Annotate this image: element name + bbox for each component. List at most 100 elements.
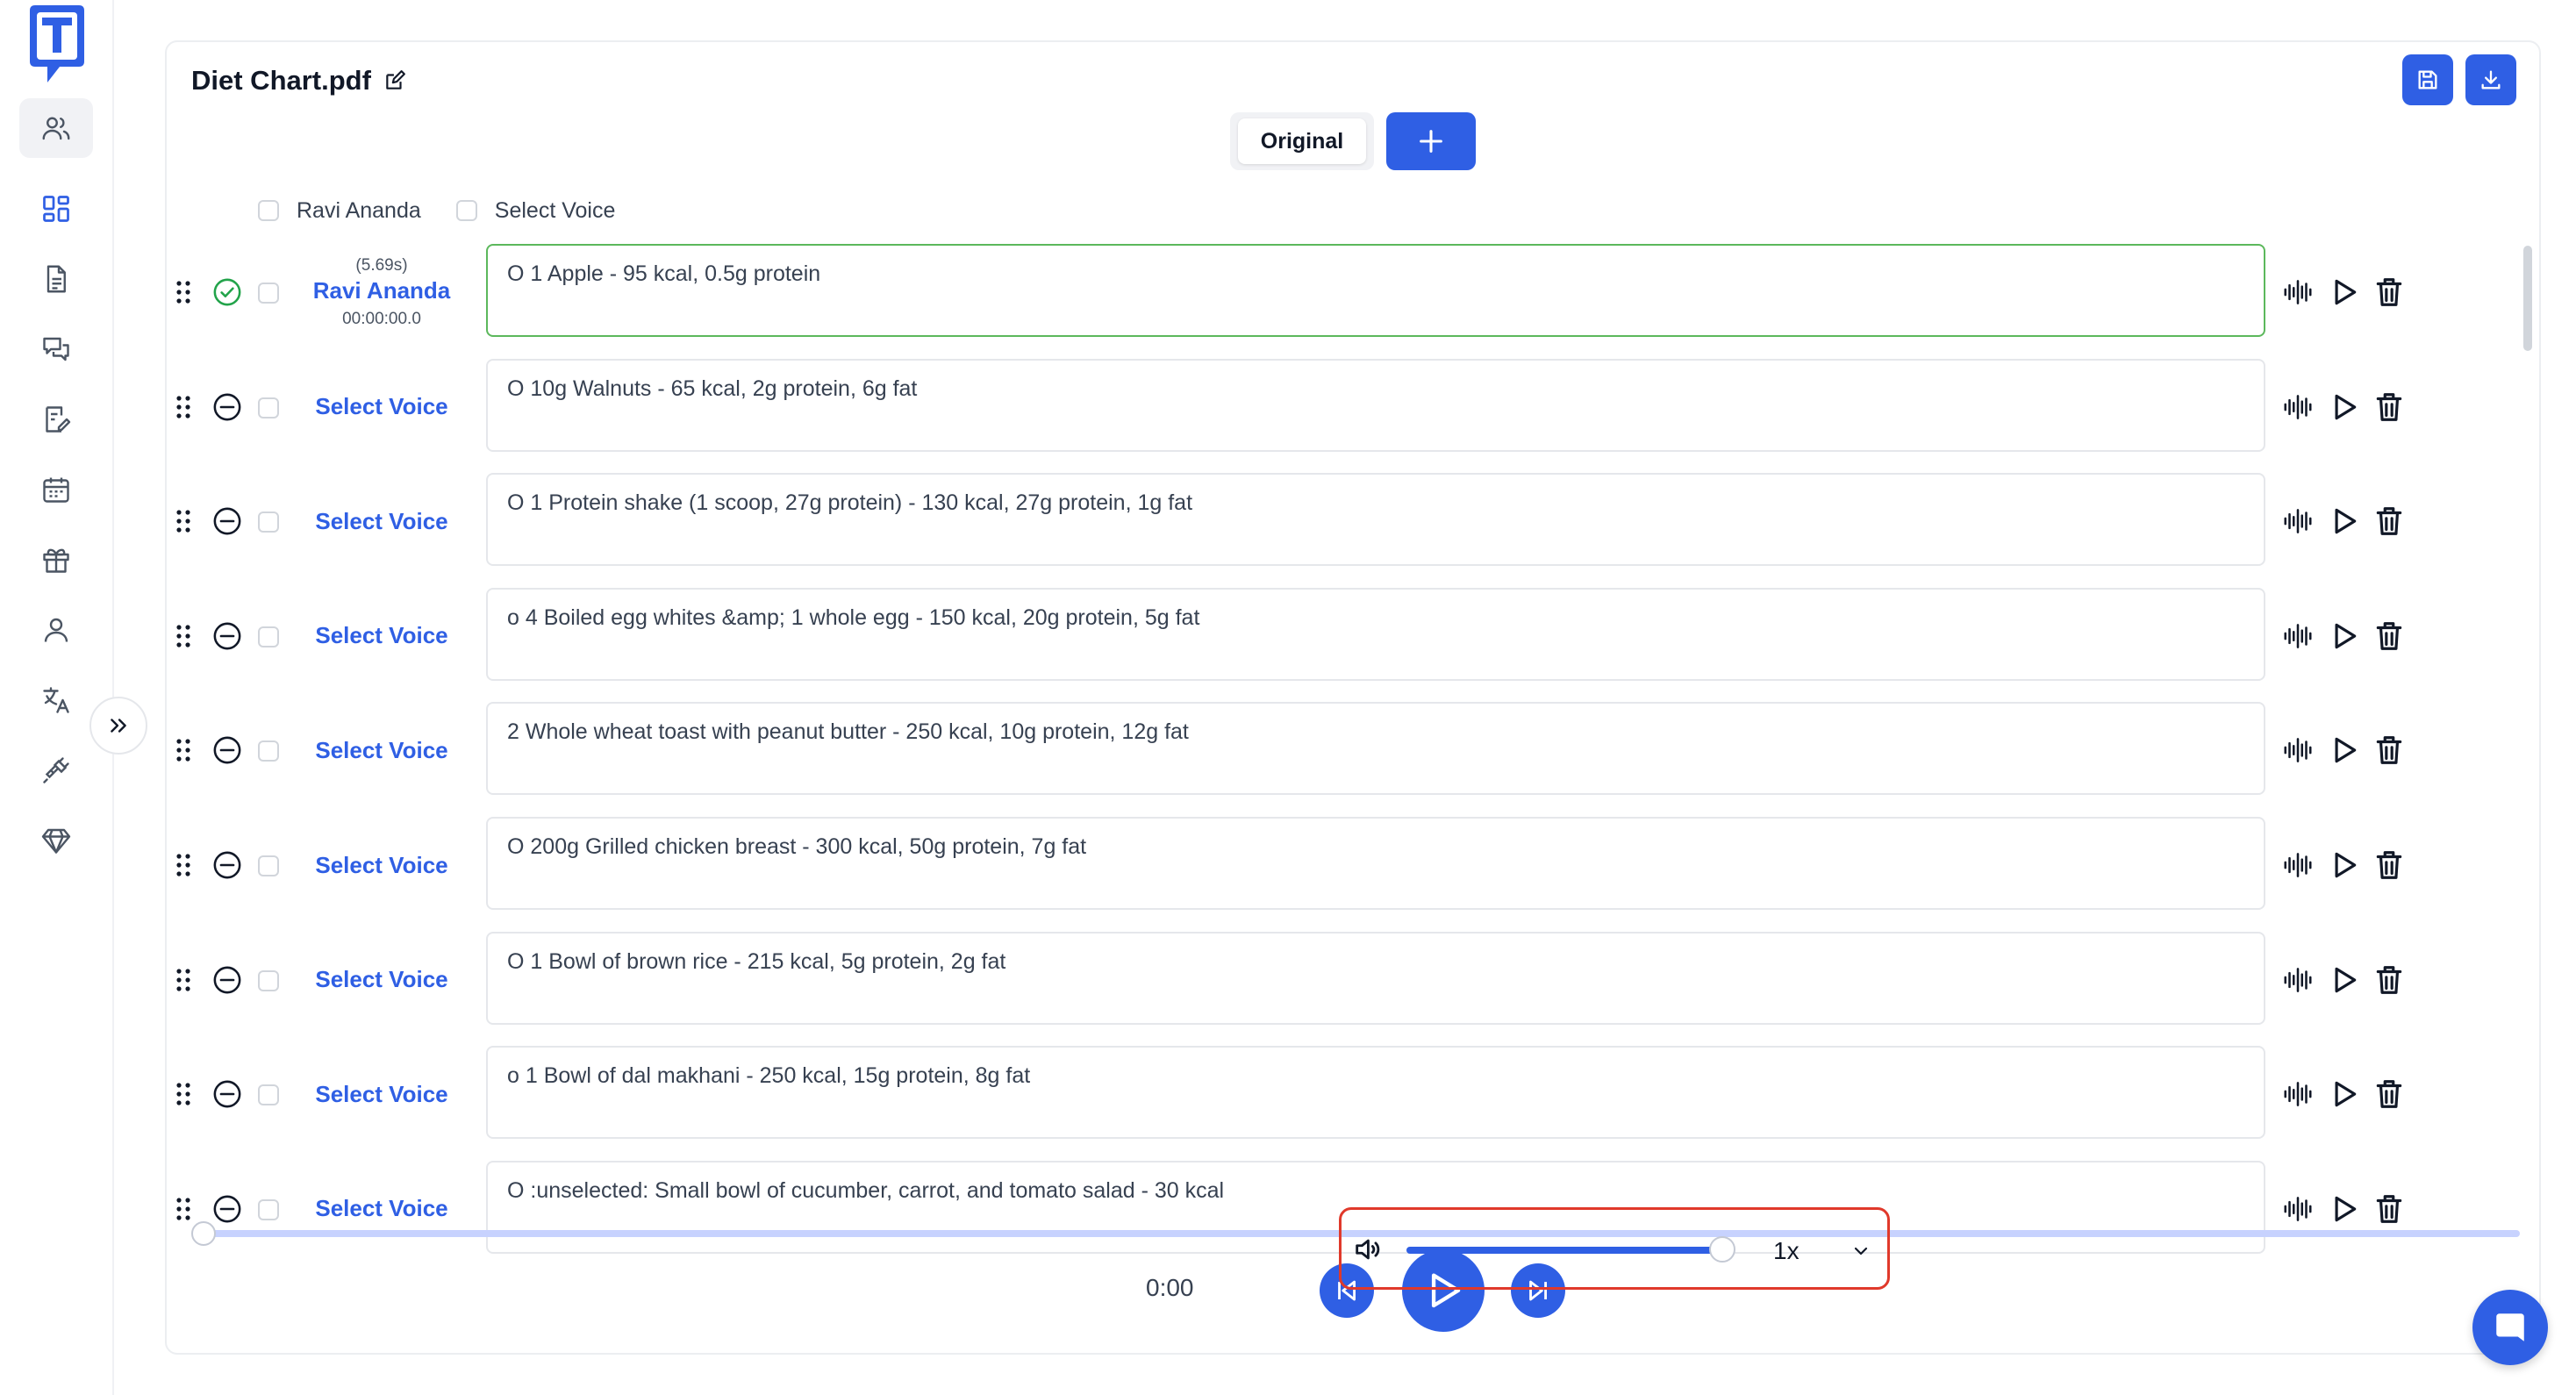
- play-segment-icon[interactable]: [2327, 1192, 2360, 1226]
- segment-checkbox[interactable]: [258, 740, 279, 762]
- play-segment-icon[interactable]: [2327, 733, 2360, 767]
- segment-text-input[interactable]: O 200g Grilled chicken breast - 300 kcal…: [486, 817, 2265, 910]
- trash-icon[interactable]: [2372, 504, 2406, 538]
- segment-text-input[interactable]: o 4 Boiled egg whites &amp; 1 whole egg …: [486, 587, 2265, 681]
- segment-checkbox[interactable]: [258, 397, 279, 418]
- waveform-icon[interactable]: [2281, 733, 2315, 767]
- waveform-icon[interactable]: [2281, 1077, 2315, 1111]
- sidebar-item-users[interactable]: [19, 98, 93, 158]
- play-segment-icon[interactable]: [2327, 1077, 2360, 1111]
- sidebar-item-documents[interactable]: [19, 249, 93, 309]
- speaker-checkbox[interactable]: [258, 200, 279, 221]
- segment-text-input[interactable]: O 1 Bowl of brown rice - 215 kcal, 5g pr…: [486, 931, 2265, 1025]
- sidebar-item-translate[interactable]: [19, 670, 93, 730]
- drag-handle-icon[interactable]: [174, 967, 193, 993]
- scrollbar-track[interactable]: [2522, 240, 2534, 1269]
- play-segment-icon[interactable]: [2327, 848, 2360, 882]
- play-segment-icon[interactable]: [2327, 504, 2360, 538]
- segment-checkbox[interactable]: [258, 969, 279, 991]
- waveform-icon[interactable]: [2281, 848, 2315, 882]
- sidebar-item-gifts[interactable]: [19, 530, 93, 590]
- volume-slider[interactable]: [1406, 1247, 1722, 1254]
- play-segment-icon[interactable]: [2327, 963, 2360, 997]
- segment-drag-handle[interactable]: [174, 737, 193, 763]
- segment-checkbox[interactable]: [258, 283, 279, 304]
- volume-icon[interactable]: [1352, 1234, 1382, 1264]
- segment-text-input[interactable]: o 1 Bowl of dal makhani - 250 kcal, 15g …: [486, 1046, 2265, 1140]
- trash-icon[interactable]: [2372, 1192, 2406, 1226]
- trash-icon[interactable]: [2372, 619, 2406, 653]
- segment-voice-select[interactable]: Select Voice: [315, 508, 447, 535]
- sidebar-item-profile[interactable]: [19, 600, 93, 660]
- trash-icon[interactable]: [2372, 275, 2406, 309]
- segment-voice-select[interactable]: Select Voice: [315, 852, 447, 879]
- sidebar-item-chats[interactable]: [19, 319, 93, 379]
- segment-drag-handle[interactable]: [174, 852, 193, 878]
- download-button[interactable]: [2465, 54, 2516, 105]
- segment-drag-handle[interactable]: [174, 623, 193, 649]
- edit-title-icon[interactable]: [383, 69, 406, 92]
- segment-checkbox[interactable]: [258, 855, 279, 876]
- segment-checkbox[interactable]: [258, 512, 279, 533]
- drag-handle-icon[interactable]: [174, 623, 193, 649]
- segment-drag-handle[interactable]: [174, 967, 193, 993]
- minus-circle-icon: [213, 851, 241, 879]
- collapse-sidebar-button[interactable]: [89, 697, 147, 755]
- sidebar-item-notes[interactable]: [19, 390, 93, 449]
- segment-drag-handle[interactable]: [174, 279, 193, 305]
- segment-voice-select[interactable]: Select Voice: [315, 737, 447, 764]
- add-version-button[interactable]: [1386, 112, 1476, 170]
- waveform-icon[interactable]: [2281, 963, 2315, 997]
- segment-drag-handle[interactable]: [174, 508, 193, 534]
- trash-icon[interactable]: [2372, 733, 2406, 767]
- sidebar-item-premium[interactable]: [19, 811, 93, 870]
- sidebar-item-calendar[interactable]: [19, 460, 93, 519]
- segment-voice-select[interactable]: Select Voice: [315, 393, 447, 420]
- segment-text-input[interactable]: O 1 Apple - 95 kcal, 0.5g protein: [486, 244, 2265, 337]
- sidebar-item-dashboard[interactable]: [19, 179, 93, 239]
- drag-handle-icon[interactable]: [174, 1196, 193, 1222]
- trash-icon[interactable]: [2372, 848, 2406, 882]
- drag-handle-icon[interactable]: [174, 737, 193, 763]
- waveform-icon[interactable]: [2281, 619, 2315, 653]
- segment-drag-handle[interactable]: [174, 1196, 193, 1222]
- segment-text-input[interactable]: 2 Whole wheat toast with peanut butter -…: [486, 702, 2265, 796]
- volume-handle[interactable]: [1709, 1236, 1735, 1263]
- segment-checkbox[interactable]: [258, 1198, 279, 1220]
- segment-text-input[interactable]: O 1 Protein shake (1 scoop, 27g protein)…: [486, 473, 2265, 567]
- save-button[interactable]: [2402, 54, 2453, 105]
- playback-speed-select[interactable]: 1x: [1773, 1233, 1877, 1270]
- drag-handle-icon[interactable]: [174, 508, 193, 534]
- segment-voice-select[interactable]: Select Voice: [315, 1081, 447, 1108]
- play-segment-icon[interactable]: [2327, 275, 2360, 309]
- trash-icon[interactable]: [2372, 1077, 2406, 1111]
- drag-handle-icon[interactable]: [174, 394, 193, 420]
- scrollbar-thumb[interactable]: [2523, 246, 2532, 351]
- drag-handle-icon[interactable]: [174, 279, 193, 305]
- segment-text-input[interactable]: O 10g Walnuts - 65 kcal, 2g protein, 6g …: [486, 358, 2265, 452]
- sidebar-item-integrations[interactable]: [19, 740, 93, 800]
- segment-voice-select[interactable]: Select Voice: [315, 622, 447, 649]
- segment-drag-handle[interactable]: [174, 1081, 193, 1107]
- segment-checkbox[interactable]: [258, 626, 279, 647]
- t-logo-icon[interactable]: [25, 4, 89, 88]
- waveform-icon[interactable]: [2281, 504, 2315, 538]
- play-segment-icon[interactable]: [2327, 619, 2360, 653]
- segment-drag-handle[interactable]: [174, 394, 193, 420]
- play-segment-icon[interactable]: [2327, 390, 2360, 424]
- seek-handle[interactable]: [191, 1221, 216, 1246]
- waveform-icon[interactable]: [2281, 1192, 2315, 1226]
- drag-handle-icon[interactable]: [174, 1081, 193, 1107]
- support-chat-button[interactable]: [2472, 1290, 2548, 1365]
- segment-voice-select[interactable]: Select Voice: [315, 966, 447, 993]
- segment-voice-select[interactable]: Ravi Ananda: [313, 277, 451, 304]
- tab-original[interactable]: Original: [1238, 118, 1366, 164]
- trash-icon[interactable]: [2372, 390, 2406, 424]
- voice-checkbox[interactable]: [455, 200, 477, 221]
- waveform-icon[interactable]: [2281, 390, 2315, 424]
- segment-checkbox[interactable]: [258, 1084, 279, 1106]
- trash-icon[interactable]: [2372, 963, 2406, 997]
- segment-voice-select[interactable]: Select Voice: [315, 1195, 447, 1222]
- waveform-icon[interactable]: [2281, 275, 2315, 309]
- drag-handle-icon[interactable]: [174, 852, 193, 878]
